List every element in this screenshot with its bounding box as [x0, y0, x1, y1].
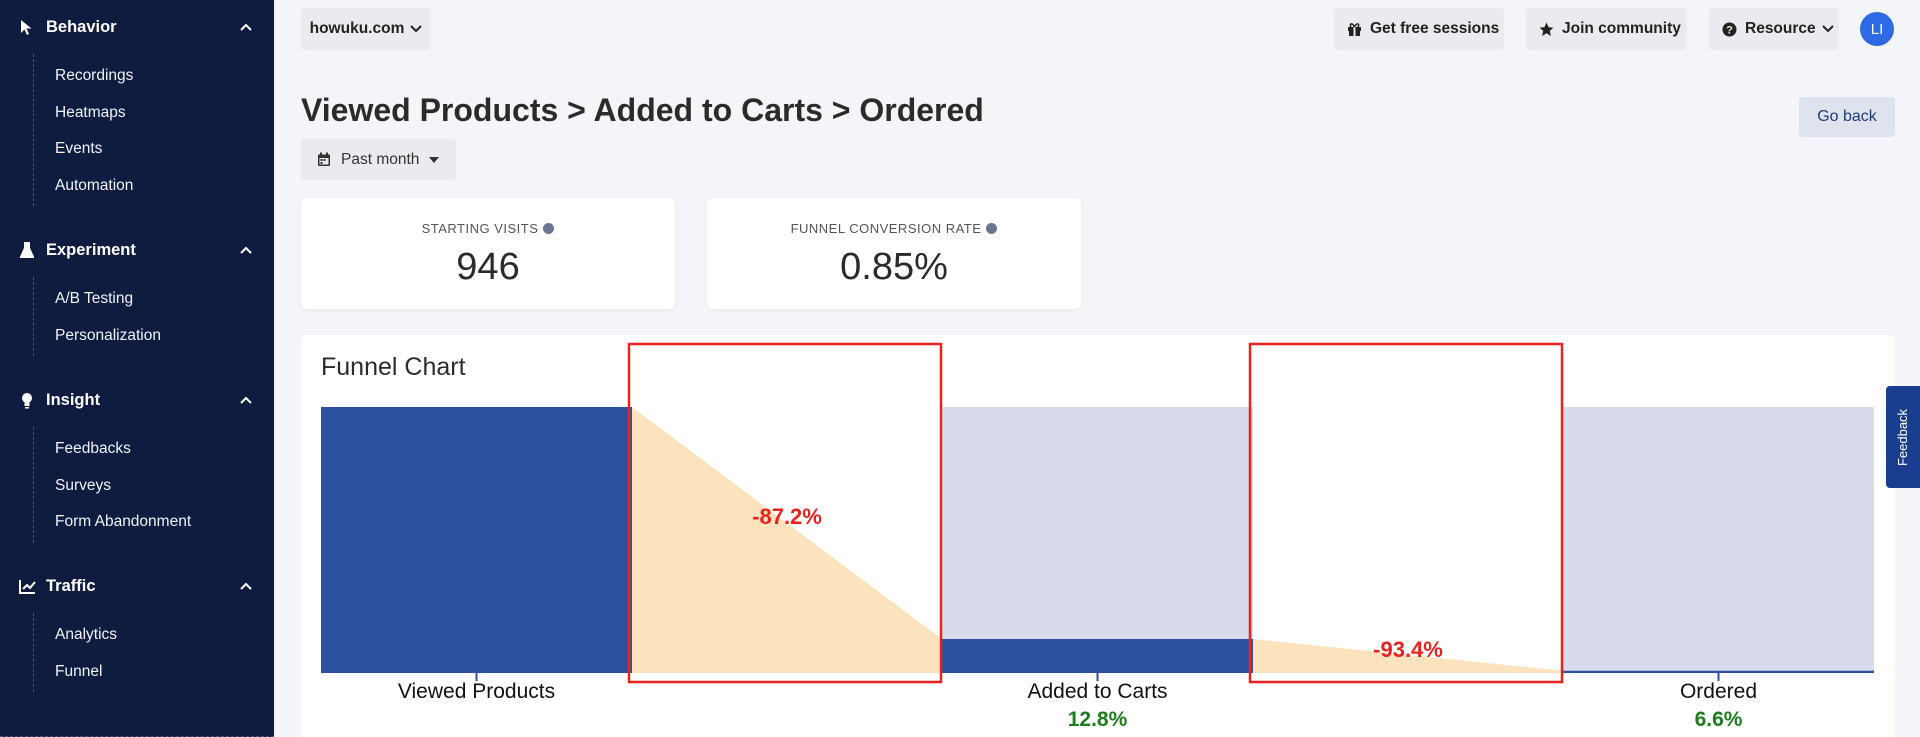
funnel-bar: [942, 638, 1253, 673]
dropoff-label: -87.2%: [752, 504, 822, 529]
x-axis-label: Viewed Products: [398, 680, 555, 703]
feedback-tab[interactable]: Feedback: [1886, 386, 1920, 488]
funnel-bar: [1563, 670, 1874, 673]
x-axis-label: Ordered: [1680, 680, 1757, 703]
dropoff-area: [632, 407, 942, 673]
highlight-box: [1248, 342, 1564, 684]
x-axis-label: Added to Carts: [1027, 680, 1167, 703]
dropoff-label: -93.4%: [1373, 637, 1443, 662]
funnel-chart: Viewed Products Added to Carts 12.8% Ordere…: [321, 342, 1874, 731]
feedback-tab-label: Feedback: [1895, 408, 1911, 466]
funnel-bar-background: [942, 407, 1253, 673]
funnel-bar-background: [1563, 407, 1874, 673]
conversion-rate-label: 12.8%: [1068, 708, 1128, 731]
conversion-rate-label: 6.6%: [1695, 708, 1743, 731]
funnel-bar: [321, 407, 632, 673]
